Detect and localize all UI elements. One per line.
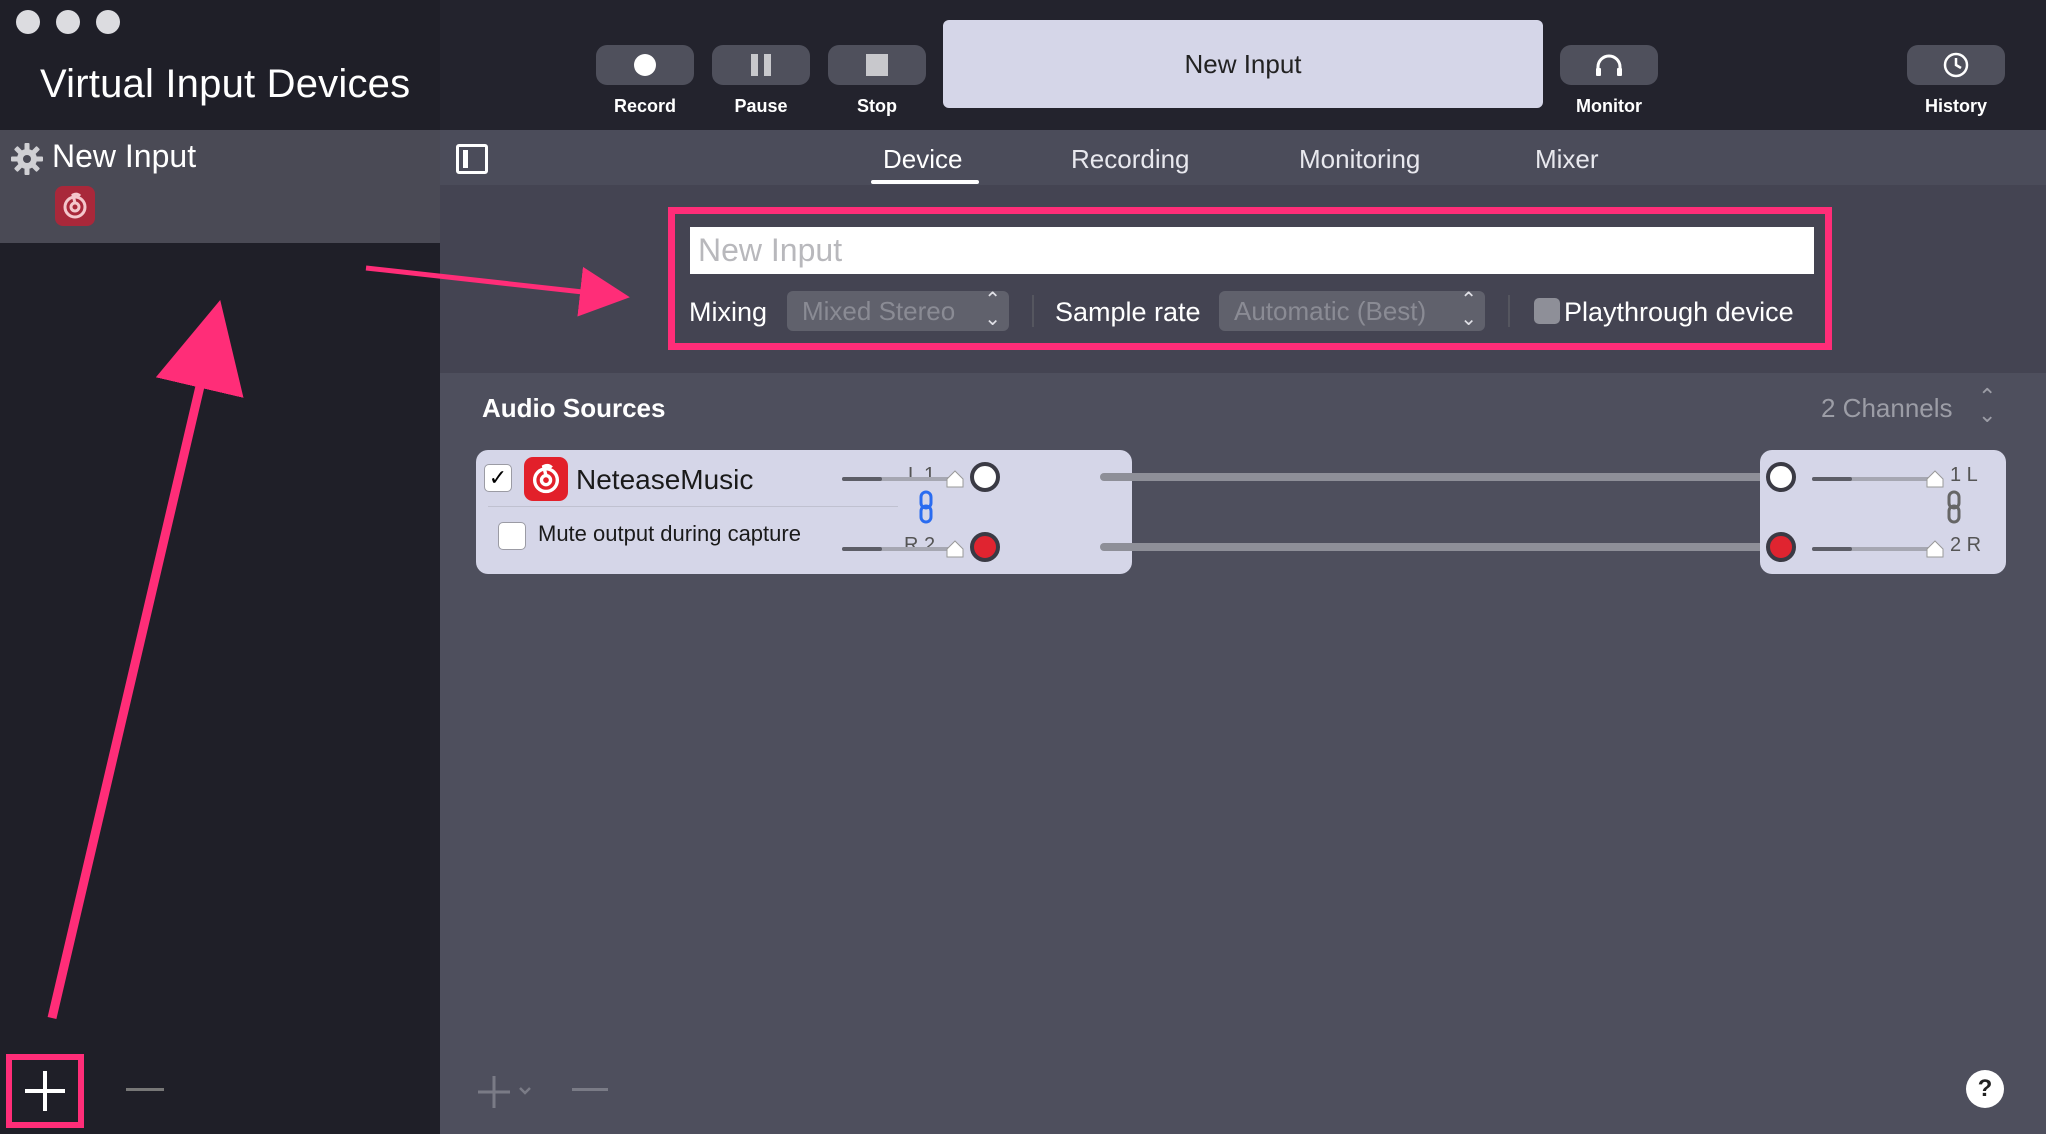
- netease-music-icon: [524, 457, 568, 501]
- routing-wire-2: [1100, 543, 1782, 551]
- output-gain-slider-2[interactable]: [1812, 547, 1936, 551]
- current-device-display: New Input: [943, 20, 1543, 108]
- pause-icon: [751, 54, 758, 76]
- main-panel: Record Pause Stop New Input Monitor Hist…: [440, 0, 2046, 1134]
- toolbar: Record Pause Stop New Input Monitor Hist…: [440, 0, 2046, 130]
- pause-button[interactable]: [712, 45, 810, 85]
- mixing-select[interactable]: Mixed Stereo ⌃ ⌄: [787, 289, 1009, 331]
- record-label: Record: [613, 96, 676, 116]
- sample-rate-label: Sample rate: [1055, 297, 1201, 327]
- mute-output-label: Mute output during capture: [538, 521, 801, 546]
- updown-chevron-icon: ⌃ ⌄: [1460, 289, 1477, 330]
- gear-icon: [11, 143, 43, 175]
- tab-recording[interactable]: Recording: [1071, 144, 1190, 175]
- output-channel-label: 2 R: [1950, 534, 1982, 556]
- record-button[interactable]: [596, 45, 694, 85]
- device-settings-panel: Mixing Mixed Stereo ⌃⌄ Sample rate Autom…: [440, 185, 2046, 373]
- monitor-button[interactable]: [1560, 45, 1658, 85]
- tab-device[interactable]: Device: [883, 144, 962, 175]
- output-gain-slider-1[interactable]: [1812, 477, 1936, 481]
- audio-sources-title: Audio Sources: [482, 393, 666, 423]
- input-channel-label: R 2: [904, 534, 936, 556]
- mute-output-checkbox[interactable]: [498, 522, 526, 550]
- mixing-label: Mixing: [689, 297, 768, 327]
- history-label: History: [1924, 96, 1987, 116]
- sidebar-title: Virtual Input Devices: [40, 62, 411, 106]
- window-close-button[interactable]: [16, 10, 40, 34]
- monitor-label: Monitor: [1576, 96, 1642, 116]
- stop-button[interactable]: [828, 45, 926, 85]
- channel-link-icon[interactable]: [918, 490, 934, 524]
- add-device-button[interactable]: [6, 1054, 84, 1128]
- clock-icon: [1943, 52, 1969, 78]
- output-port-1[interactable]: [1766, 462, 1796, 492]
- divider: [1508, 295, 1510, 327]
- playthrough-checkbox[interactable]: [1534, 298, 1560, 324]
- window-zoom-button[interactable]: [96, 10, 120, 34]
- sample-rate-select[interactable]: Automatic (Best) ⌃ ⌄: [1219, 289, 1485, 331]
- input-channel-label: L 1: [908, 464, 936, 486]
- input-gain-slider-1[interactable]: [842, 477, 956, 481]
- channel-link-icon[interactable]: [1946, 490, 1962, 524]
- sidebar-toggle-icon[interactable]: [456, 144, 488, 174]
- divider: [1032, 295, 1034, 327]
- add-source-button[interactable]: [476, 1074, 546, 1110]
- source-enabled-checkbox[interactable]: ✓: [484, 464, 512, 492]
- slider-thumb[interactable]: [946, 470, 964, 488]
- slider-thumb[interactable]: [1926, 540, 1944, 558]
- updown-chevron-icon: ⌃ ⌄: [984, 289, 1001, 330]
- headphones-icon: [1596, 54, 1622, 76]
- playthrough-label: Playthrough device: [1564, 297, 1794, 327]
- slider-thumb[interactable]: [1926, 470, 1944, 488]
- active-tab-indicator: [871, 180, 979, 184]
- audio-source-card: ✓ NeteaseMusic Mute output during captur…: [476, 450, 1132, 574]
- history-button[interactable]: [1907, 45, 2005, 85]
- sidebar: Virtual Input Devices New Input: [0, 0, 440, 1134]
- divider: [488, 506, 898, 507]
- pause-label: Pause: [734, 96, 788, 116]
- tab-monitoring[interactable]: Monitoring: [1299, 144, 1420, 175]
- remove-device-button[interactable]: [126, 1088, 164, 1091]
- device-name-input[interactable]: [690, 227, 1814, 274]
- record-icon: [634, 54, 656, 76]
- updown-chevron-icon[interactable]: ⌃ ⌄: [1978, 386, 1996, 426]
- input-port-1[interactable]: [970, 462, 1000, 492]
- channels-select[interactable]: 2 Channels: [1821, 393, 1953, 424]
- sidebar-item-label: New Input: [52, 138, 197, 174]
- help-button[interactable]: ?: [1966, 1070, 2004, 1108]
- output-channel-label: 1 L: [1950, 464, 1978, 486]
- netease-music-icon: [55, 186, 95, 226]
- sample-rate-value: Automatic (Best): [1234, 296, 1427, 326]
- source-name: NeteaseMusic: [576, 464, 754, 495]
- routing-wire-1: [1100, 473, 1782, 481]
- tab-mixer[interactable]: Mixer: [1535, 144, 1599, 175]
- output-channels-card: 1 L 2 R: [1760, 450, 2006, 574]
- output-port-2[interactable]: [1766, 532, 1796, 562]
- stop-label: Stop: [857, 96, 897, 116]
- slider-thumb[interactable]: [946, 540, 964, 558]
- input-port-2[interactable]: [970, 532, 1000, 562]
- mixing-value: Mixed Stereo: [802, 296, 956, 326]
- input-gain-slider-2[interactable]: [842, 547, 956, 551]
- stop-icon: [866, 54, 888, 76]
- remove-source-button[interactable]: [572, 1088, 608, 1091]
- tab-bar: Device Recording Monitoring Mixer: [440, 130, 2046, 185]
- window-minimize-button[interactable]: [56, 10, 80, 34]
